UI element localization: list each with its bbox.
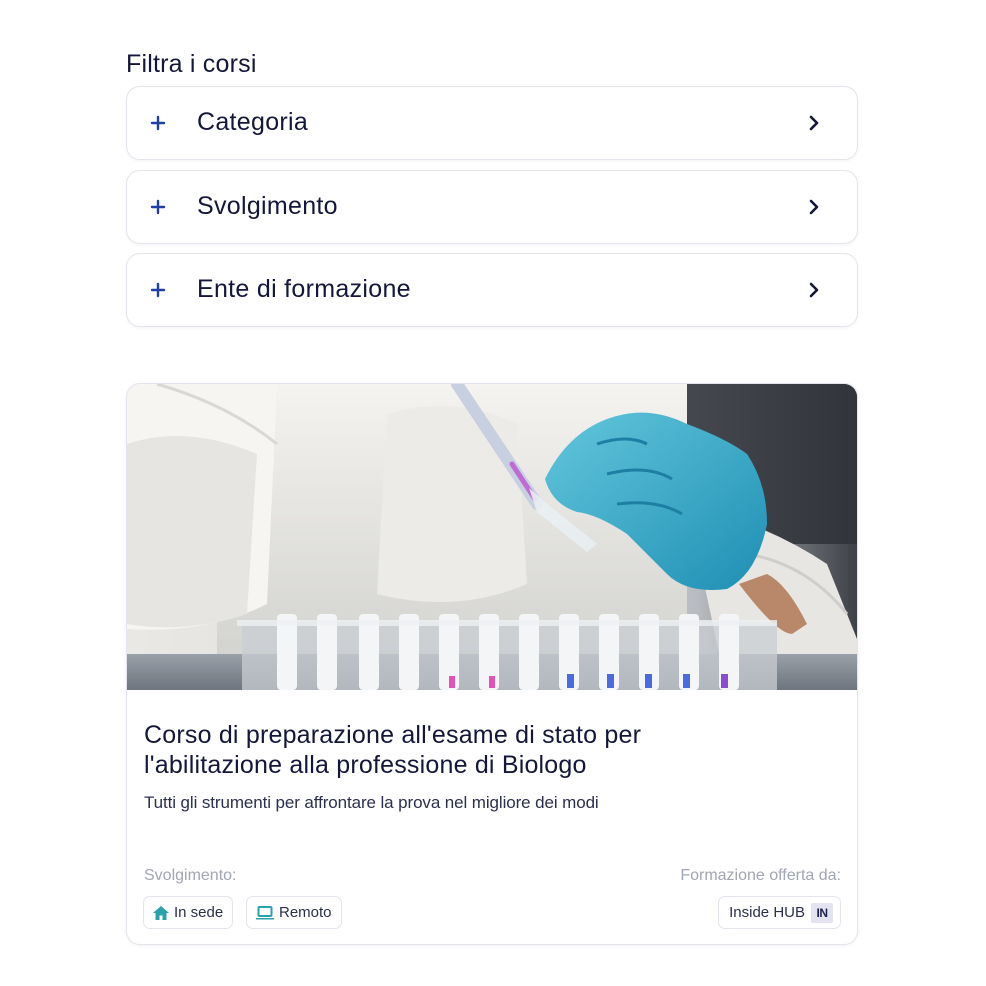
provider-badge[interactable]: Inside HUB IN bbox=[718, 896, 841, 929]
delivery-label: Svolgimento: bbox=[144, 867, 237, 884]
filter-label: Ente di formazione bbox=[197, 275, 411, 303]
plus-icon bbox=[149, 195, 167, 219]
delivery-tag-in-sede: In sede bbox=[143, 896, 234, 929]
course-card[interactable]: Corso di preparazione all'esame di stato… bbox=[126, 383, 858, 945]
laptop-icon bbox=[255, 905, 275, 921]
filter-svolgimento[interactable]: Svolgimento bbox=[126, 170, 858, 244]
chevron-right-icon bbox=[805, 281, 823, 299]
filter-categoria[interactable]: Categoria bbox=[126, 86, 858, 160]
delivery-tag-remoto: Remoto bbox=[246, 896, 342, 929]
provider-label: Formazione offerta da: bbox=[680, 867, 841, 884]
chevron-right-icon bbox=[805, 198, 823, 216]
plus-icon bbox=[149, 111, 167, 135]
plus-icon bbox=[149, 278, 167, 302]
provider-logo: IN bbox=[811, 902, 833, 923]
filter-label: Categoria bbox=[197, 108, 309, 136]
provider-name: Inside HUB bbox=[729, 904, 805, 921]
course-title-line: Corso di preparazione all'esame di stato… bbox=[144, 721, 642, 749]
filter-ente-di-formazione[interactable]: Ente di formazione bbox=[126, 253, 858, 327]
course-image[interactable] bbox=[127, 384, 858, 690]
course-title[interactable]: Corso di preparazione all'esame di stato… bbox=[144, 720, 834, 780]
home-icon bbox=[152, 905, 170, 921]
course-title-line: l'abilitazione alla professione di Biolo… bbox=[144, 751, 587, 779]
filter-title: Filtra i corsi bbox=[126, 50, 257, 78]
delivery-tag-label: Remoto bbox=[279, 904, 332, 921]
filter-label: Svolgimento bbox=[197, 192, 338, 220]
chevron-right-icon bbox=[805, 114, 823, 132]
course-subtitle: Tutti gli strumenti per affrontare la pr… bbox=[144, 793, 599, 812]
delivery-tag-label: In sede bbox=[174, 904, 224, 921]
